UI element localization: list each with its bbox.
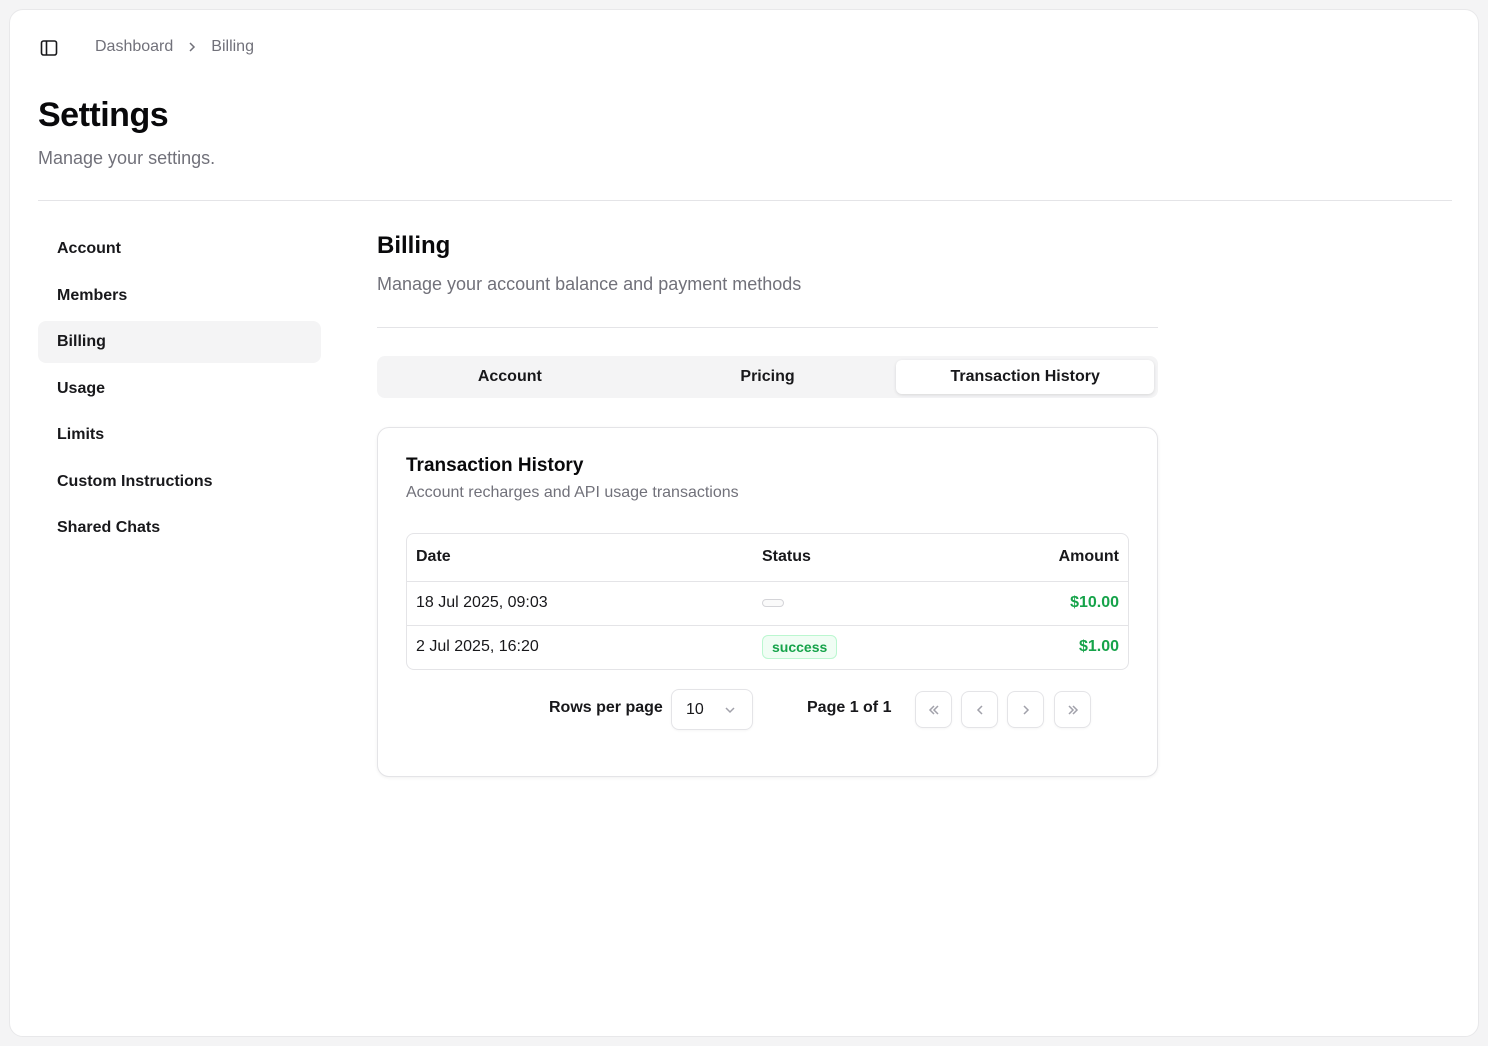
tab-transaction-history[interactable]: Transaction History xyxy=(896,360,1155,394)
card-subtitle: Account recharges and API usage transact… xyxy=(406,484,739,501)
transactions-table: Date Status Amount 18 Jul 2025, 09:03 $1… xyxy=(406,533,1129,670)
breadcrumb: Dashboard Billing xyxy=(95,38,254,56)
card-title: Transaction History xyxy=(406,455,584,476)
chevrons-left-icon xyxy=(928,704,939,715)
previous-page-button[interactable] xyxy=(961,691,998,728)
page-title: Settings xyxy=(38,96,169,134)
divider xyxy=(377,327,1158,328)
next-page-button[interactable] xyxy=(1007,691,1044,728)
cell-amount: $10.00 xyxy=(1070,594,1119,611)
column-header-date: Date xyxy=(407,534,753,582)
nav-item-custom-instructions[interactable]: Custom Instructions xyxy=(38,461,321,503)
column-header-status: Status xyxy=(753,534,933,582)
table-row: 2 Jul 2025, 16:20 success $1.00 xyxy=(407,624,1128,669)
status-badge xyxy=(762,598,784,607)
first-page-button[interactable] xyxy=(915,691,952,728)
breadcrumb-dashboard[interactable]: Dashboard xyxy=(95,38,173,56)
tab-account[interactable]: Account xyxy=(381,360,639,394)
chevron-left-icon xyxy=(976,704,983,715)
rows-per-page-label: Rows per page xyxy=(549,699,663,716)
breadcrumb-billing: Billing xyxy=(211,38,254,55)
table-row: 18 Jul 2025, 09:03 $10.00 xyxy=(407,581,1128,625)
status-badge: success xyxy=(762,635,838,660)
nav-item-members[interactable]: Members xyxy=(38,275,321,317)
transaction-history-card: Transaction History Account recharges an… xyxy=(377,427,1158,777)
divider xyxy=(38,200,1452,201)
app-window: Dashboard Billing Settings Manage your s… xyxy=(9,9,1479,1037)
top-bar: Dashboard Billing xyxy=(10,10,1478,84)
last-page-button[interactable] xyxy=(1054,691,1091,728)
cell-date: 18 Jul 2025, 09:03 xyxy=(416,594,548,611)
page-subtitle: Manage your settings. xyxy=(38,148,216,168)
panel-left-icon[interactable] xyxy=(38,37,60,59)
nav-item-limits[interactable]: Limits xyxy=(38,414,321,456)
table-header-row: Date Status Amount xyxy=(407,534,1128,582)
cell-amount: $1.00 xyxy=(933,624,1128,669)
column-header-amount: Amount xyxy=(933,534,1128,582)
chevrons-right-icon xyxy=(1067,704,1078,715)
cell-status xyxy=(753,581,933,625)
rows-per-page-value: 10 xyxy=(686,700,704,718)
nav-item-account[interactable]: Account xyxy=(38,228,321,270)
pagination: Rows per page 10 Page 1 of 1 xyxy=(378,688,1157,730)
billing-tabs: Account Pricing Transaction History xyxy=(377,356,1158,398)
nav-item-usage[interactable]: Usage xyxy=(38,368,321,410)
nav-item-billing[interactable]: Billing xyxy=(38,321,321,363)
chevron-down-icon xyxy=(724,703,736,721)
nav-item-shared-chats[interactable]: Shared Chats xyxy=(38,507,321,549)
section-title: Billing xyxy=(377,232,451,259)
section-subtitle: Manage your account balance and payment … xyxy=(377,274,802,294)
chevron-right-icon xyxy=(1022,704,1029,715)
settings-nav: Account Members Billing Usage Limits Cus… xyxy=(38,228,321,554)
chevron-right-icon xyxy=(187,42,197,52)
page-info: Page 1 of 1 xyxy=(807,699,892,716)
tab-pricing[interactable]: Pricing xyxy=(639,360,897,394)
rows-per-page-select[interactable]: 10 xyxy=(671,689,753,730)
cell-status: success xyxy=(753,624,933,669)
cell-date: 2 Jul 2025, 16:20 xyxy=(407,624,753,669)
